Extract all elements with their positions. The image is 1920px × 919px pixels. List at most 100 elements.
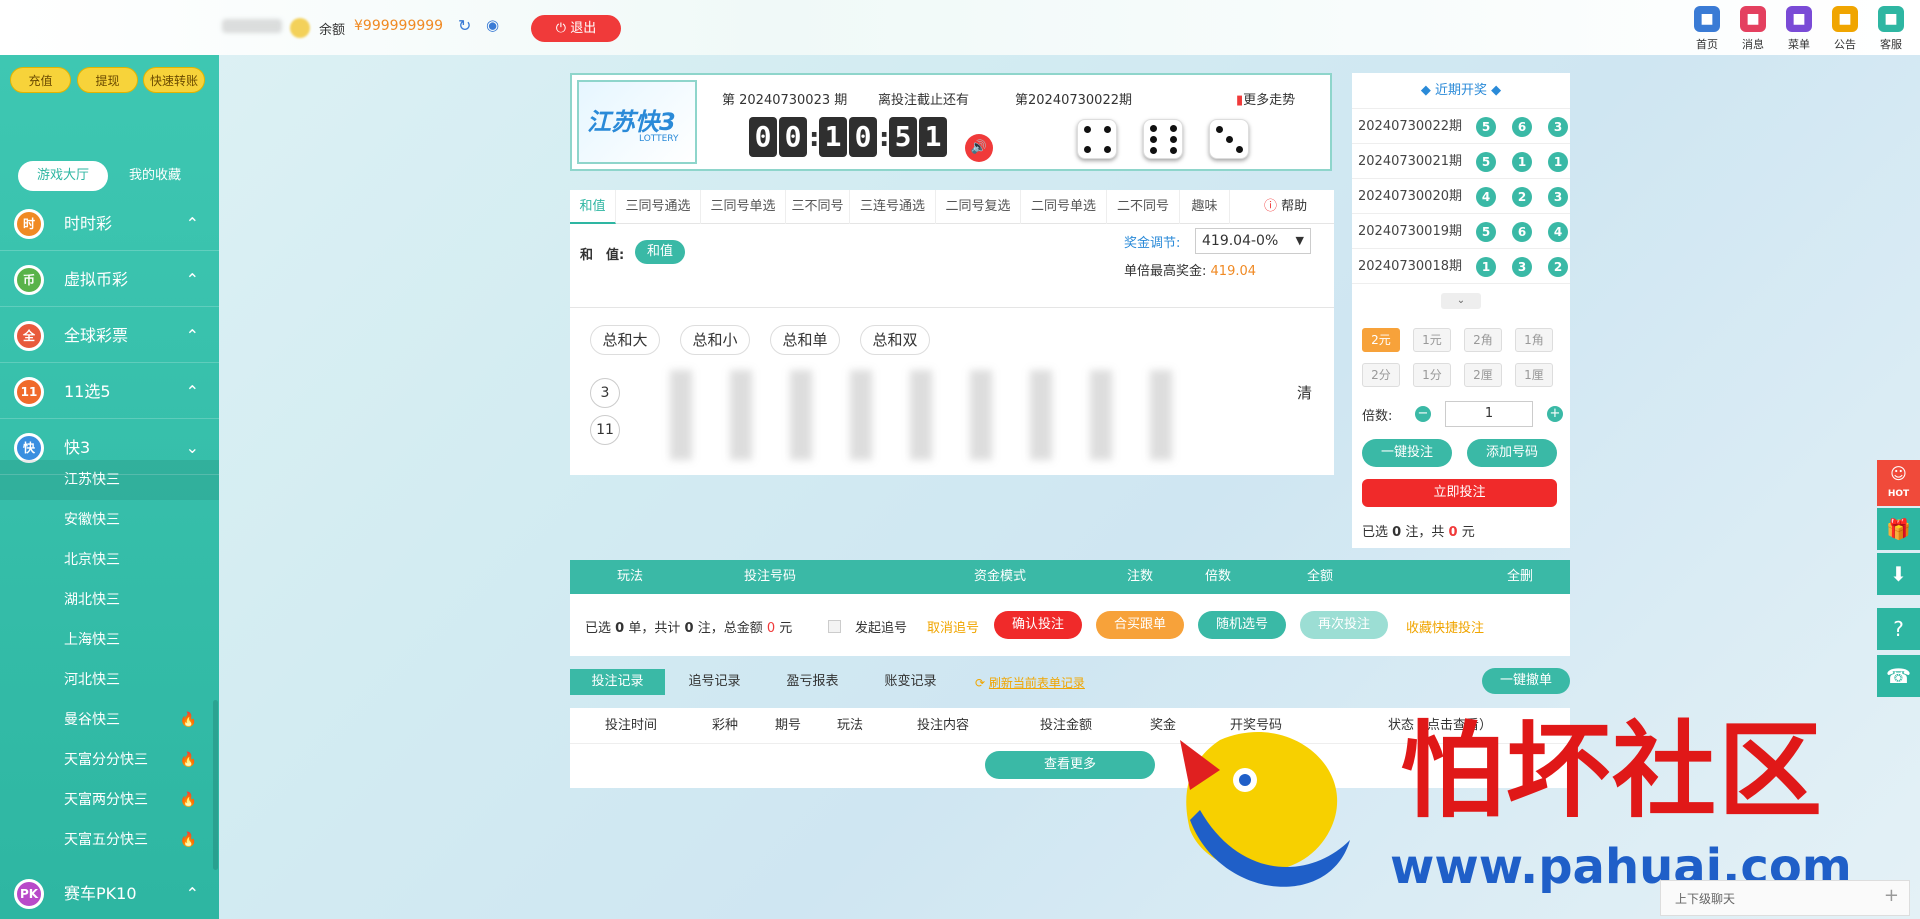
die-pip (1150, 136, 1157, 143)
minus-button[interactable]: − (1415, 406, 1431, 422)
play-tab[interactable]: 三同号单选 (701, 190, 786, 224)
play-tab[interactable]: 三不同号 (786, 190, 850, 224)
balance-value: ¥999999999 (354, 18, 444, 34)
sidebar-category[interactable]: 币 虚拟币彩 ⌃ (0, 253, 219, 307)
top-nav-item[interactable]: ■ 客服 (1871, 0, 1911, 55)
quick-pick-button[interactable]: 总和单 (770, 325, 840, 355)
sum-chip[interactable]: 和值 (635, 240, 685, 264)
refresh-icon[interactable]: ↻ (458, 16, 471, 35)
confirm-bet-button[interactable]: 确认投注 (994, 611, 1082, 639)
record-tab[interactable]: 账变记录 (863, 669, 958, 695)
menu-grid-icon: ■ (1786, 6, 1812, 32)
download-icon[interactable]: ⬇ (1877, 553, 1920, 595)
hot-game-button[interactable]: ☺ HOT (1877, 460, 1920, 506)
record-tab[interactable]: 追号记录 (667, 669, 762, 695)
refresh-icon: ⟳ (975, 676, 986, 690)
hide-eye-icon[interactable]: ◉ (486, 16, 499, 34)
gift-icon[interactable]: 🎁 (1877, 508, 1920, 550)
plus-button[interactable]: + (1547, 406, 1563, 422)
top-nav-item[interactable]: ■ 菜单 (1779, 0, 1819, 55)
multiplier-input[interactable]: 1 (1445, 401, 1533, 427)
unit-option[interactable]: 1角 (1515, 328, 1553, 352)
favorite-quick-bet-link[interactable]: 收藏快捷投注 (1406, 617, 1484, 636)
unit-option[interactable]: 2角 (1464, 328, 1502, 352)
category-ball-icon: PK (14, 879, 44, 909)
multiplier-label: 倍数: (1362, 409, 1393, 424)
play-tab[interactable]: 二同号复选 (936, 190, 1021, 224)
play-tab[interactable]: 趣味 (1180, 190, 1230, 224)
watermark-fish-icon (1180, 732, 1350, 887)
sidebar-category[interactable]: 全 全球彩票 ⌃ (0, 309, 219, 363)
sidebar-subitem[interactable]: 河北快三 (0, 660, 219, 700)
play-tab[interactable]: 二不同号 (1107, 190, 1180, 224)
sidebar-subitem[interactable]: 天富分分快三 🔥 (0, 740, 219, 780)
recharge-button[interactable]: 充值 (10, 67, 71, 93)
withdraw-button[interactable]: 提现 (77, 67, 138, 93)
rebet-button[interactable]: 再次投注 (1300, 611, 1388, 639)
unit-option[interactable]: 1厘 (1515, 363, 1553, 387)
unit-option[interactable]: 2分 (1362, 363, 1400, 387)
cancel-all-button[interactable]: 一键撤单 (1482, 668, 1570, 694)
top-nav-item[interactable]: ■ 消息 (1733, 0, 1773, 55)
die (1143, 119, 1183, 159)
one-click-bet-button[interactable]: 一键投注 (1362, 439, 1452, 467)
record-tab[interactable]: 投注记录 (570, 669, 665, 695)
cancel-chase-link[interactable]: 取消追号 (927, 617, 979, 636)
random-pick-button[interactable]: 随机选号 (1198, 611, 1286, 639)
expand-button[interactable]: ⌄ (1441, 293, 1481, 309)
unit-option[interactable]: 1分 (1413, 363, 1451, 387)
unit-option[interactable]: 2厘 (1464, 363, 1502, 387)
chat-tab[interactable]: 上下级聊天 + (1660, 880, 1910, 916)
quick-pick-button[interactable]: 总和大 (590, 325, 660, 355)
bet-now-button[interactable]: 立即投注 (1362, 479, 1557, 507)
die-pip (1216, 126, 1223, 133)
play-tab[interactable]: 三连号通选 (850, 190, 936, 224)
quick-pick-button[interactable]: 总和双 (860, 325, 930, 355)
refresh-records-link[interactable]: ⟳ 刷新当前表单记录 (975, 674, 1085, 691)
die-pip (1170, 125, 1177, 132)
clear-button[interactable]: 清 (1297, 382, 1312, 403)
play-tab[interactable]: 二同号单选 (1021, 190, 1107, 224)
sound-icon[interactable]: 🔊 (965, 134, 993, 162)
play-tab[interactable]: 和值 (570, 190, 616, 224)
trend-link[interactable]: ▮更多走势 (1236, 89, 1295, 108)
add-number-button[interactable]: 添加号码 (1467, 439, 1557, 467)
chase-checkbox[interactable] (828, 620, 841, 633)
record-tab[interactable]: 盈亏报表 (765, 669, 860, 695)
view-more-button[interactable]: 查看更多 (985, 751, 1155, 779)
chat-plus-icon[interactable]: + (1884, 885, 1899, 906)
top-nav-item[interactable]: ■ 公告 (1825, 0, 1865, 55)
help-circle-icon[interactable]: ? (1877, 608, 1920, 650)
help-link[interactable]: ⓘ 帮助 (1264, 190, 1307, 224)
sidebar-subitem[interactable]: 安徽快三 (0, 500, 219, 540)
cart-column-header[interactable]: 全删 (1490, 560, 1550, 594)
watermark-logo (1160, 710, 1370, 910)
result-ball: 4 (1548, 222, 1568, 242)
quick-pick-button[interactable]: 总和小 (680, 325, 750, 355)
sidebar-subitem[interactable]: 江苏快三 (0, 460, 219, 500)
tab-favorites[interactable]: 我的收藏 (110, 161, 200, 191)
top-nav-label: 首页 (1696, 38, 1718, 51)
sidebar-subitem[interactable]: 上海快三 (0, 620, 219, 660)
sidebar-category[interactable]: 11 11选5 ⌃ (0, 365, 219, 419)
sidebar-subitem[interactable]: 北京快三 (0, 540, 219, 580)
tab-game-hall[interactable]: 游戏大厅 (18, 161, 108, 191)
sidebar-subitem[interactable]: 天富五分快三 🔥 (0, 820, 219, 860)
logout-button[interactable]: ⏻ 退出 (531, 15, 621, 42)
bonus-select[interactable]: 419.04-0% ▼ (1195, 228, 1311, 254)
number-11[interactable]: 11 (590, 415, 620, 445)
customer-service-float-icon[interactable]: ☎ (1877, 655, 1920, 697)
sidebar-category[interactable]: PK 赛车PK10 ⌃ (0, 867, 219, 919)
sidebar-subitem[interactable]: 湖北快三 (0, 580, 219, 620)
number-3[interactable]: 3 (590, 378, 620, 408)
quick-transfer-button[interactable]: 快速转账 (143, 67, 205, 93)
group-buy-button[interactable]: 合买跟单 (1096, 611, 1184, 639)
top-nav-item[interactable]: ■ 首页 (1687, 0, 1727, 55)
sidebar-subitem[interactable]: 天富两分快三 🔥 (0, 780, 219, 820)
play-tab[interactable]: 三同号通选 (616, 190, 701, 224)
sidebar-scrollbar[interactable] (213, 700, 218, 870)
sidebar-category[interactable]: 时 时时彩 ⌃ (0, 197, 219, 251)
unit-option[interactable]: 1元 (1413, 328, 1451, 352)
sidebar-subitem[interactable]: 曼谷快三 🔥 (0, 700, 219, 740)
unit-option[interactable]: 2元 (1362, 328, 1400, 352)
